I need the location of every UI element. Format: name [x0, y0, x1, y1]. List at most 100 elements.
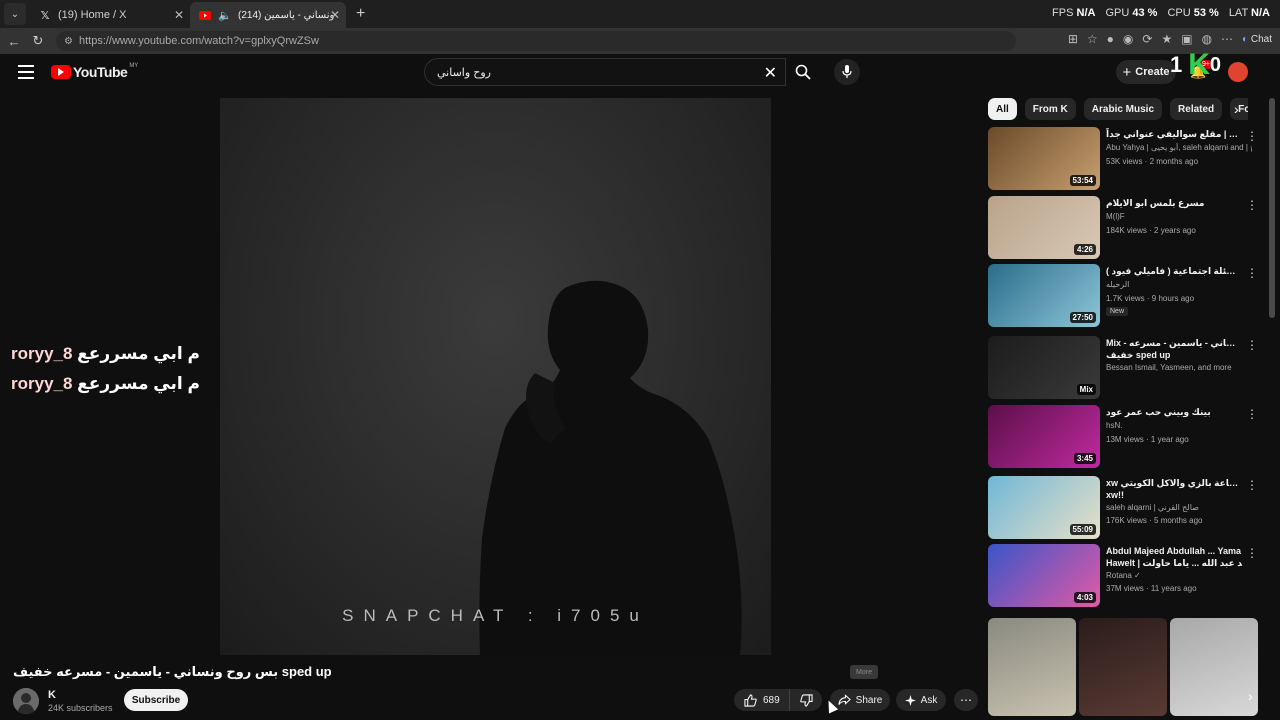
chip-from-channel[interactable]: From K [1024, 98, 1076, 120]
short-thumbnail[interactable] [1170, 618, 1258, 716]
recommendation-item[interactable]: 53:54 نكبة شاهي | مقلع سواليفي عنواني جدا… [988, 127, 1258, 191]
recommendation-item[interactable]: Mix Mix - بس روح ونساني - ياسمين - مسرعهخ… [988, 336, 1258, 400]
short-thumbnail[interactable] [988, 618, 1076, 716]
extension-icon[interactable]: ● [1107, 32, 1114, 46]
recommendation-channel[interactable]: Rotana ✓ [1106, 571, 1252, 580]
account-avatar[interactable] [1228, 62, 1248, 82]
recommendation-title[interactable]: مسرع بلمس ابو الايلام [1106, 197, 1242, 209]
recommendation-meta: 37M views · 11 years ago [1106, 584, 1197, 593]
recommendation-title[interactable]: xw تحدي ٢٤ ساعة بالزي والاكل الكويتي [1106, 477, 1242, 489]
recommendation-item[interactable]: 27:50 تحدي اسئلة اجتماعية ( فاميلي فيود )… [988, 264, 1258, 328]
tab-close-icon[interactable]: ✕ [174, 8, 184, 22]
recommendation-title[interactable]: نكبة شاهي | مقلع سواليفي عنواني جداً 😵 [1106, 128, 1242, 140]
more-actions-button[interactable]: ⋯ [954, 689, 978, 711]
like-button[interactable]: 689 [734, 689, 790, 711]
video-thumbnail[interactable]: 55:09 [988, 476, 1100, 539]
shorts-shelf [988, 618, 1258, 716]
clear-search-icon[interactable]: ✕ [764, 63, 777, 83]
profile-avatar-icon[interactable]: ◍ [1202, 32, 1212, 46]
kebab-menu-icon[interactable]: ⋮ [1246, 266, 1258, 280]
kebab-menu-icon[interactable]: ⋮ [1246, 198, 1258, 212]
url-field[interactable]: ⚙ https://www.youtube.com/watch?v=gplxyQ… [56, 31, 1016, 51]
youtube-logo[interactable]: YouTube MY [51, 63, 138, 80]
search-input[interactable]: روح واساني ✕ [424, 58, 786, 86]
subscribe-button[interactable]: Subscribe [124, 689, 188, 711]
video-thumbnail[interactable]: 4:03 [988, 544, 1100, 607]
recommendation-title-line2[interactable]: خفيف sped up [1106, 349, 1242, 361]
kebab-menu-icon[interactable]: ⋮ [1246, 129, 1258, 143]
recommendation-channel[interactable]: hsN. [1106, 421, 1252, 430]
recommendation-title[interactable]: تحدي اسئلة اجتماعية ( فاميلي فيود ) [1106, 265, 1242, 277]
reload-icon[interactable]: ↻ [26, 33, 50, 49]
video-thumbnail[interactable]: 3:45 [988, 405, 1100, 468]
speaker-icon[interactable]: 🔈 [218, 8, 232, 22]
ask-button[interactable]: Ask [896, 689, 946, 711]
recommendation-channel[interactable]: Bessan Ismail, Yasmeen, and more [1106, 363, 1252, 372]
recommendation-channel[interactable]: saleh alqarni | صالح القرني [1106, 503, 1252, 512]
chip-for-you[interactable]: For you [1230, 98, 1248, 120]
shorts-next-icon[interactable]: › [1248, 688, 1253, 704]
search-icon [795, 64, 811, 80]
extension-icon[interactable]: ◉ [1123, 32, 1133, 46]
subscriber-count: 24K subscribers [48, 703, 113, 713]
back-icon[interactable]: ← [2, 34, 26, 49]
kebab-menu-icon[interactable]: ⋮ [1246, 338, 1258, 352]
create-button[interactable]: + Create [1116, 60, 1176, 84]
recommendation-title[interactable]: Mix - بس روح ونساني - ياسمين - مسرعه [1106, 337, 1242, 349]
recommendation-title[interactable]: Abdul Majeed Abdullah ... Yama [1106, 545, 1242, 557]
voice-search-button[interactable] [834, 59, 860, 85]
menu-icon[interactable] [18, 65, 34, 79]
dislike-button[interactable] [790, 693, 822, 707]
bookmark-star-icon[interactable]: ☆ [1087, 32, 1098, 46]
duration-badge: 4:26 [1073, 244, 1096, 255]
refresh-extension-icon[interactable]: ⟳ [1142, 32, 1152, 46]
video-thumbnail[interactable]: 53:54 [988, 127, 1100, 190]
recommendation-channel[interactable]: Abu Yahya | أبو يحيى, saleh alqarni and … [1106, 143, 1252, 152]
video-player[interactable]: SNAPCHAT : i705u [220, 98, 771, 655]
like-dislike-group: 689 [734, 689, 822, 711]
recommendation-channel[interactable]: الرحيله [1106, 280, 1252, 289]
chevron-right-icon[interactable]: › [1234, 101, 1239, 117]
recommendation-item[interactable]: 4:03 Abdul Majeed Abdullah ... Yama Hawelt… [988, 544, 1258, 608]
video-thumbnail[interactable]: 27:50 [988, 264, 1100, 327]
share-button[interactable]: Share [830, 689, 890, 711]
recommendation-title-line2[interactable]: Hawelt | عبد المجيد عبد الله ... ياما حا… [1106, 557, 1242, 569]
collections-icon[interactable]: ▣ [1181, 32, 1192, 46]
channel-name[interactable]: K [48, 689, 56, 701]
caption-handle: roryy_8 [11, 374, 73, 393]
kebab-menu-icon[interactable]: ⋮ [1246, 407, 1258, 421]
video-thumbnail[interactable]: 4:26 [988, 196, 1100, 259]
tab-list-button[interactable]: ⌄ [4, 3, 26, 25]
recommendation-item[interactable]: 4:26 مسرع بلمس ابو الايلام M(l)F 184K views… [988, 196, 1258, 260]
chip-all[interactable]: All [988, 98, 1017, 120]
search-button[interactable] [786, 58, 820, 86]
recommendation-meta: 13M views · 1 year ago [1106, 435, 1189, 444]
video-thumbnail[interactable]: Mix [988, 336, 1100, 399]
tab-close-icon[interactable]: ✕ [330, 8, 340, 22]
short-thumbnail[interactable] [1079, 618, 1167, 716]
favorites-icon[interactable]: ★ [1161, 32, 1172, 46]
new-tab-button[interactable]: + [356, 5, 365, 23]
recommendation-title[interactable]: بينك وبيني حب عمر عود [1106, 406, 1242, 418]
duration-badge: 4:03 [1073, 592, 1096, 603]
tab-youtube[interactable]: 🔈 (214) بس روح ونساني - ياسمين ✕ [190, 2, 346, 28]
channel-avatar[interactable] [13, 688, 39, 714]
logo-text: YouTube [73, 64, 128, 80]
chip-related[interactable]: Related [1170, 98, 1223, 120]
recommendation-meta: 184K views · 2 years ago [1106, 226, 1196, 235]
kebab-menu-icon[interactable]: ⋮ [1246, 478, 1258, 492]
more-menu-icon[interactable]: ⋯ [1221, 32, 1233, 46]
chip-arabic-music[interactable]: Arabic Music [1083, 98, 1163, 120]
copilot-chat-button[interactable]: ◐ Chat [1242, 34, 1272, 45]
recommendation-title-line2[interactable]: xw!! [1106, 489, 1242, 501]
tab-search-icon[interactable]: ⊞ [1068, 32, 1078, 46]
sidebar-scrollbar[interactable] [1269, 98, 1275, 318]
site-info-icon[interactable]: ⚙ [64, 36, 73, 47]
tab-x-home[interactable]: 𝕏 (19) Home / X ✕ [30, 2, 190, 28]
caption-text: م ابي مسررعع [77, 344, 200, 363]
recommendation-item[interactable]: 55:09 xw تحدي ٢٤ ساعة بالزي والاكل الكويت… [988, 476, 1258, 540]
recommendation-item[interactable]: 3:45 بينك وبيني حب عمر عود hsN. 13M views ·… [988, 405, 1258, 469]
recommendation-channel[interactable]: M(l)F [1106, 212, 1252, 221]
kebab-menu-icon[interactable]: ⋮ [1246, 546, 1258, 560]
extension-toolbar: ⊞ ☆ ● ◉ ⟳ ★ ▣ ◍ ⋯ ◐ Chat [1068, 32, 1272, 46]
